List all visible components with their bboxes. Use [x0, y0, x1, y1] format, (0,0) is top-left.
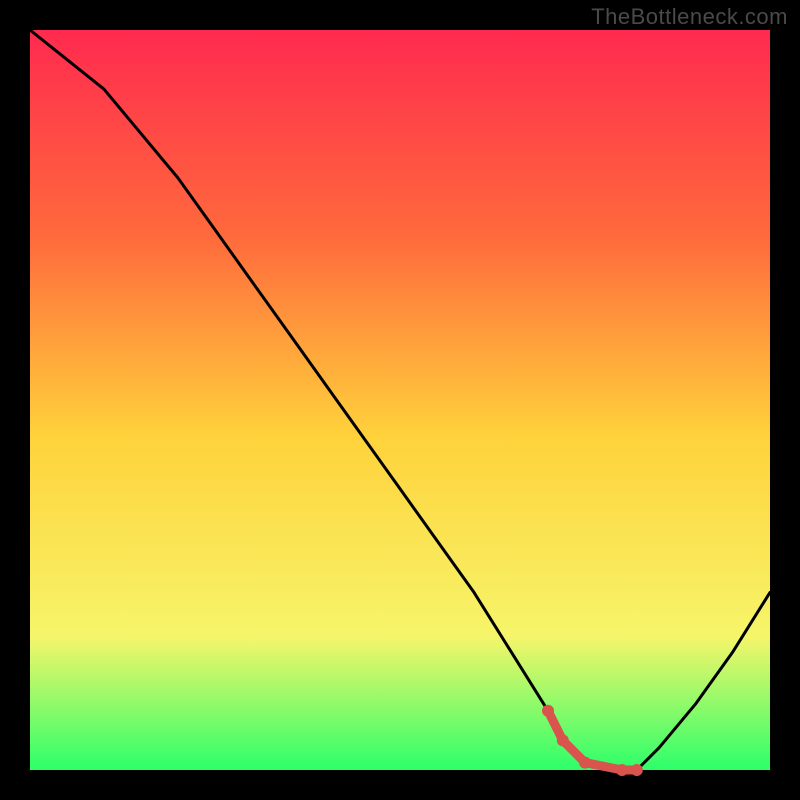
chart-frame: TheBottleneck.com: [0, 0, 800, 800]
marker-dot: [557, 734, 569, 746]
marker-dot: [579, 757, 591, 769]
plot-area: [30, 30, 770, 770]
chart-svg: [30, 30, 770, 770]
gradient-background: [30, 30, 770, 770]
marker-dot: [631, 764, 643, 776]
marker-dot: [542, 705, 554, 717]
watermark-text: TheBottleneck.com: [591, 4, 788, 30]
marker-dot: [616, 764, 628, 776]
